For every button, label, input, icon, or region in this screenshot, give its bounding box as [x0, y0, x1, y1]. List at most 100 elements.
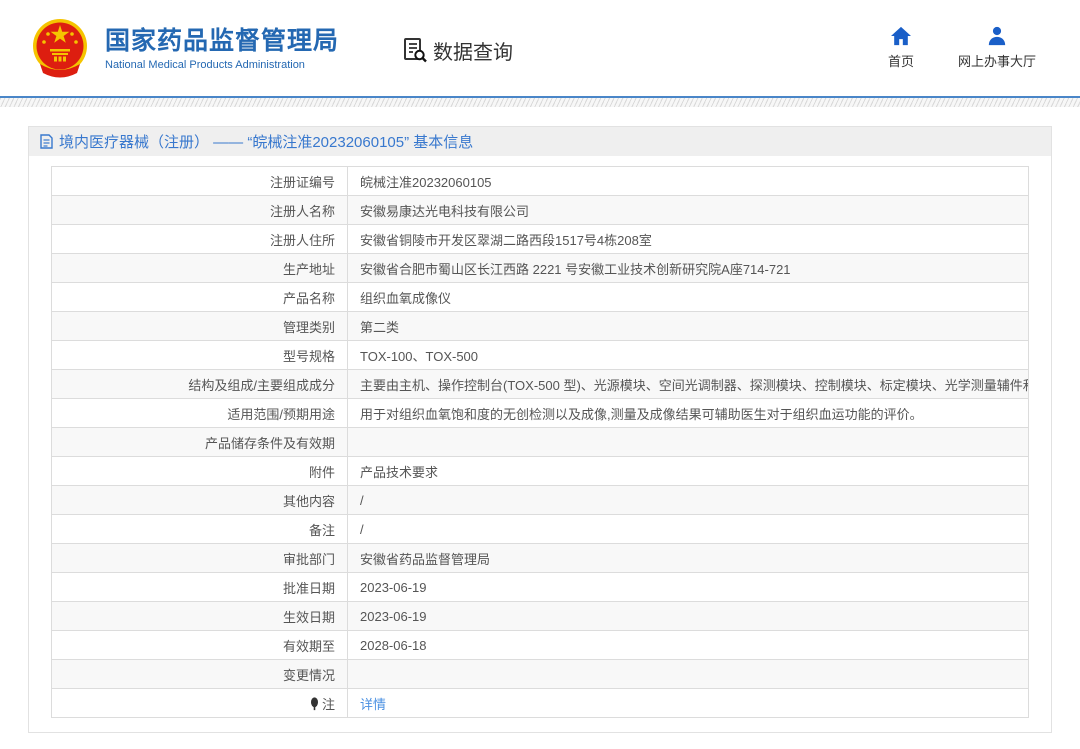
- row-value-text: 组织血氧成像仪: [360, 290, 452, 306]
- row-label: 产品名称: [51, 282, 348, 312]
- row-label: 附件: [51, 456, 348, 486]
- row-value-text: 2023-06-19: [360, 608, 427, 624]
- row-value-text: 安徽省药品监督管理局: [360, 551, 491, 567]
- row-value: 用于对组织血氧饱和度的无创检测以及成像,测量及成像结果可辅助医生对于组织血运功能…: [347, 398, 1029, 428]
- row-label-text: 产品储存条件及有效期: [204, 435, 335, 451]
- row-value-text: 用于对组织血氧饱和度的无创检测以及成像,测量及成像结果可辅助医生对于组织血运功能…: [360, 406, 923, 422]
- row-label-text: 注册人名称: [269, 203, 335, 219]
- row-label: 备注: [51, 514, 348, 544]
- row-label-text: 变更情况: [282, 667, 335, 683]
- table-row: 管理类别 第二类: [51, 311, 1029, 341]
- user-icon: [988, 26, 1006, 46]
- row-value: 详情: [347, 688, 1029, 718]
- top-nav: 首页 网上办事大厅: [888, 26, 1036, 70]
- table-row: 变更情况: [51, 659, 1029, 689]
- table-row: 生效日期 2023-06-19: [51, 601, 1029, 631]
- table-row: 产品名称 组织血氧成像仪: [51, 282, 1029, 312]
- table-row: 注 详情: [51, 688, 1029, 718]
- row-label: 批准日期: [51, 572, 348, 602]
- row-label-text: 产品名称: [282, 290, 335, 306]
- row-label-text: 审批部门: [282, 551, 335, 567]
- org-name-en: National Medical Products Administration: [105, 58, 305, 71]
- row-label-text: 管理类别: [282, 319, 335, 335]
- row-value: [347, 427, 1029, 457]
- row-label-text: 生效日期: [282, 609, 335, 625]
- header-hatch-band: [0, 98, 1080, 107]
- row-value-text: /: [360, 492, 364, 508]
- row-label: 产品储存条件及有效期: [51, 427, 348, 457]
- row-value-text: 主要由主机、操作控制台(TOX-500 型)、光源模块、空间光调制器、探测模块、…: [360, 377, 1029, 393]
- page-title: 境内医疗器械（注册） —— “皖械注准20232060105” 基本信息: [59, 134, 474, 151]
- registration-info-table: 注册证编号 皖械注准20232060105 注册人名称 安徽易康达光电科技有限公司 注册…: [51, 166, 1029, 718]
- row-value: 2023-06-19: [347, 572, 1029, 602]
- row-label-text: 生产地址: [282, 261, 335, 277]
- home-icon: [890, 26, 911, 46]
- row-label: 变更情况: [51, 659, 348, 689]
- row-label: 型号规格: [51, 340, 348, 370]
- document-search-icon: [404, 38, 427, 63]
- table-row: 适用范围/预期用途 用于对组织血氧饱和度的无创检测以及成像,测量及成像结果可辅助医…: [51, 398, 1029, 428]
- brand-text: 国家药品监督管理局 National Medical Products Admi…: [105, 26, 339, 71]
- row-value: 安徽省合肥市蜀山区长江西路 2221 号安徽工业技术创新研究院A座714-721: [347, 253, 1029, 283]
- table-row: 审批部门 安徽省药品监督管理局: [51, 543, 1029, 573]
- table-row: 型号规格 TOX-100、TOX-500: [51, 340, 1029, 370]
- row-value-text: 安徽省铜陵市开发区翠湖二路西段1517号4栋208室: [360, 232, 652, 248]
- row-value: /: [347, 514, 1029, 544]
- row-value-text: 皖械注准20232060105: [360, 174, 492, 190]
- row-value-text: TOX-100、TOX-500: [360, 348, 479, 364]
- data-query-section: 数据查询: [401, 36, 513, 65]
- table-row: 注册证编号 皖械注准20232060105: [51, 166, 1029, 196]
- row-value: 组织血氧成像仪: [347, 282, 1029, 312]
- result-panel: 境内医疗器械（注册） —— “皖械注准20232060105” 基本信息 注册证…: [28, 126, 1052, 733]
- row-value: [347, 659, 1029, 689]
- row-value: 安徽省铜陵市开发区翠湖二路西段1517号4栋208室: [347, 224, 1029, 254]
- nav-item-home[interactable]: 首页: [888, 26, 914, 70]
- row-label-text: 有效期至: [282, 638, 335, 654]
- row-value-text: 2023-06-19: [360, 579, 427, 595]
- row-value-text: 安徽省合肥市蜀山区长江西路 2221 号安徽工业技术创新研究院A座714-721: [360, 261, 791, 277]
- row-label: 适用范围/预期用途: [51, 398, 348, 428]
- row-label: 结构及组成/主要组成成分: [51, 369, 348, 399]
- nav-item-service-hall[interactable]: 网上办事大厅: [958, 26, 1036, 70]
- table-row: 备注 /: [51, 514, 1029, 544]
- row-label-text: 注: [321, 696, 335, 712]
- row-value-text: 第二类: [360, 319, 400, 335]
- table-row: 其他内容 /: [51, 485, 1029, 515]
- row-label: 有效期至: [51, 630, 348, 660]
- row-label-text: 结构及组成/主要组成成分: [188, 377, 335, 393]
- row-label: 注册证编号: [51, 166, 348, 196]
- row-value-text: 安徽易康达光电科技有限公司: [360, 203, 530, 219]
- table-row: 附件 产品技术要求: [51, 456, 1029, 486]
- row-value: 安徽易康达光电科技有限公司: [347, 195, 1029, 225]
- note-icon: [310, 696, 318, 710]
- page-header: 国家药品监督管理局 National Medical Products Admi…: [0, 0, 1080, 96]
- row-label-text: 注册人住所: [269, 232, 335, 248]
- row-label: 生效日期: [51, 601, 348, 631]
- national-emblem-logo: [33, 19, 87, 78]
- row-label: 生产地址: [51, 253, 348, 283]
- detail-link[interactable]: 详情: [360, 697, 386, 712]
- row-label-text: 适用范围/预期用途: [227, 406, 335, 422]
- row-value-text: /: [360, 521, 364, 537]
- panel-title-bar: 境内医疗器械（注册） —— “皖械注准20232060105” 基本信息: [29, 127, 1051, 156]
- row-value: 第二类: [347, 311, 1029, 341]
- row-label-text: 型号规格: [282, 348, 335, 364]
- row-label-text: 注册证编号: [269, 174, 335, 190]
- nav-label-home: 首页: [887, 54, 914, 69]
- row-label-text: 其他内容: [282, 493, 335, 509]
- row-value: 主要由主机、操作控制台(TOX-500 型)、光源模块、空间光调制器、探测模块、…: [347, 369, 1029, 399]
- row-value: 产品技术要求: [347, 456, 1029, 486]
- table-wrap: 注册证编号 皖械注准20232060105 注册人名称 安徽易康达光电科技有限公司 注册…: [29, 156, 1051, 732]
- table-row: 有效期至 2028-06-18: [51, 630, 1029, 660]
- row-value: 2028-06-18: [347, 630, 1029, 660]
- nmpa-brand: 国家药品监督管理局 National Medical Products Admi…: [28, 16, 339, 80]
- row-value-text: 产品技术要求: [360, 464, 439, 480]
- row-value: 皖械注准20232060105: [347, 166, 1029, 196]
- table-row: 生产地址 安徽省合肥市蜀山区长江西路 2221 号安徽工业技术创新研究院A座714…: [51, 253, 1029, 283]
- row-label: 注册人名称: [51, 195, 348, 225]
- row-value-text: 2028-06-18: [360, 637, 427, 653]
- row-label-text: 备注: [308, 522, 335, 538]
- row-label-text: 附件: [308, 464, 335, 480]
- table-row: 产品储存条件及有效期: [51, 427, 1029, 457]
- table-row: 批准日期 2023-06-19: [51, 572, 1029, 602]
